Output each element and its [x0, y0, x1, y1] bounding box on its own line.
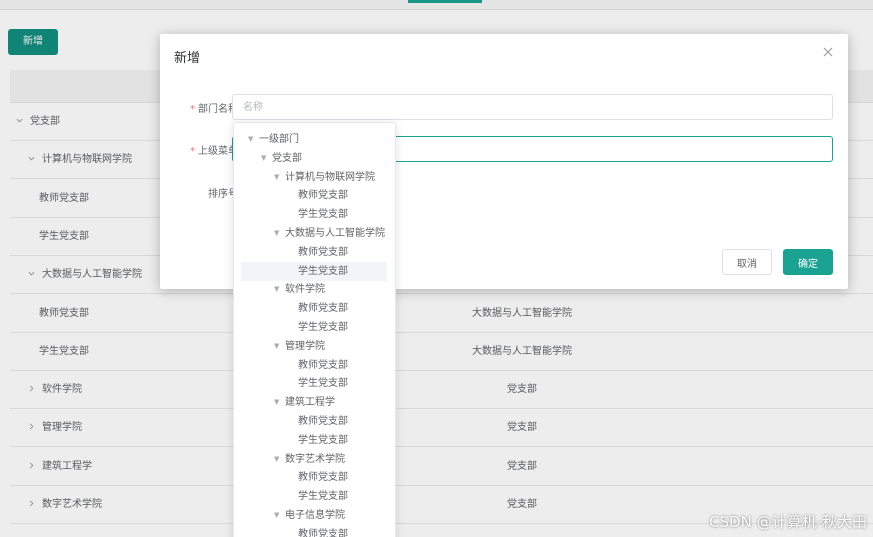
tree-node[interactable]: 学生党支部 [241, 205, 387, 224]
tree-node-label: 教师党支部 [298, 359, 348, 371]
tree-node[interactable]: ▼ 建筑工程学 [241, 393, 387, 412]
tree-node-label: 学生党支部 [298, 491, 348, 503]
cancel-button[interactable]: 取消 [722, 249, 772, 275]
csdn-watermark: CSDN @计算机-秋大田 [709, 513, 867, 531]
caret-down-icon[interactable]: ▼ [274, 506, 282, 525]
tree-node-label: 教师党支部 [298, 528, 348, 537]
tree-node-label: 教师党支部 [298, 303, 348, 315]
caret-down-icon[interactable]: ▼ [274, 393, 282, 412]
tree-node-label: 管理学院 [285, 340, 325, 352]
tree-node[interactable]: ▼ 数字艺术学院 [241, 450, 387, 469]
dropdown-arrow [377, 123, 393, 130]
tree-node[interactable]: 教师党支部 [241, 186, 387, 205]
tree-node[interactable]: ▼ 软件学院 [241, 280, 387, 299]
caret-down-icon[interactable]: ▼ [274, 224, 282, 243]
tree-node[interactable]: ▼ 大数据与人工智能学院 [241, 224, 387, 243]
tree-node[interactable]: 教师党支部 [241, 468, 387, 487]
tree-node[interactable]: ▼ 电子信息学院 [241, 506, 387, 525]
dept-name-label: * 部门名称 [190, 104, 238, 115]
parent-menu-label: * 上级菜单 [190, 146, 238, 157]
tree-node[interactable]: 教师党支部 [241, 243, 387, 262]
tree-node[interactable]: ▼ 管理学院 [241, 337, 387, 356]
tree-node-label: 学生党支部 [298, 434, 348, 446]
caret-down-icon[interactable]: ▼ [274, 450, 282, 469]
parent-menu-tree-dropdown: ▼ 一级部门 ▼ 党支部 ▼ 计算机与物联网学院 教师党支部 学生党支部 ▼ 大数据与人工智能学院… [233, 122, 396, 537]
tree-node[interactable]: 教师党支部 [241, 525, 387, 537]
tree-node-label: 建筑工程学 [285, 397, 335, 409]
tree-node-label: 电子信息学院 [285, 510, 345, 521]
tree-node-label: 学生党支部 [298, 265, 348, 277]
close-icon[interactable] [822, 46, 834, 58]
tree-node[interactable]: 学生党支部 [241, 487, 387, 506]
tree-node[interactable]: ▼ 党支部 [241, 149, 387, 168]
tree-node[interactable]: ▼ 计算机与物联网学院 [241, 168, 387, 187]
tree-node-label: 教师党支部 [298, 416, 348, 427]
tree-node-label: 教师党支部 [298, 246, 348, 258]
tree-node[interactable]: 学生党支部 [241, 261, 387, 281]
tree-node-label: 学生党支部 [298, 322, 348, 333]
caret-down-icon[interactable]: ▼ [274, 280, 282, 299]
tree-node-label: 教师党支部 [298, 472, 348, 484]
required-mark: * [190, 146, 195, 157]
required-mark: * [190, 104, 195, 115]
tree-node-label: 软件学院 [285, 284, 325, 296]
caret-down-icon[interactable]: ▼ [274, 337, 282, 356]
order-label: 排序号 [208, 189, 238, 200]
tree-node-label: 数字艺术学院 [285, 453, 345, 465]
tree-node[interactable]: 学生党支部 [241, 318, 387, 337]
tree-node-label: 教师党支部 [298, 190, 348, 202]
tree-node-label: 学生党支部 [298, 378, 348, 390]
caret-down-icon[interactable]: ▼ [248, 130, 256, 149]
tree-node[interactable]: 教师党支部 [241, 356, 387, 375]
tree-node-label: 大数据与人工智能学院 [285, 228, 385, 239]
dept-name-input[interactable] [232, 94, 833, 120]
tree-node-label: 党支部 [272, 152, 302, 164]
tree-node[interactable]: 学生党支部 [241, 374, 387, 393]
tree-node-label: 计算机与物联网学院 [285, 171, 375, 183]
tree-node[interactable]: 学生党支部 [241, 431, 387, 450]
tree-node[interactable]: 教师党支部 [241, 299, 387, 318]
confirm-button[interactable]: 确定 [783, 249, 833, 275]
tree-node-label: 学生党支部 [298, 209, 348, 221]
caret-down-icon[interactable]: ▼ [274, 168, 282, 187]
tree-node[interactable]: ▼ 一级部门 [241, 130, 387, 149]
tree-node[interactable]: 教师党支部 [241, 412, 387, 431]
caret-down-icon[interactable]: ▼ [261, 149, 269, 168]
tree-node-label: 一级部门 [259, 134, 299, 145]
dialog-title: 新增 [174, 51, 201, 66]
